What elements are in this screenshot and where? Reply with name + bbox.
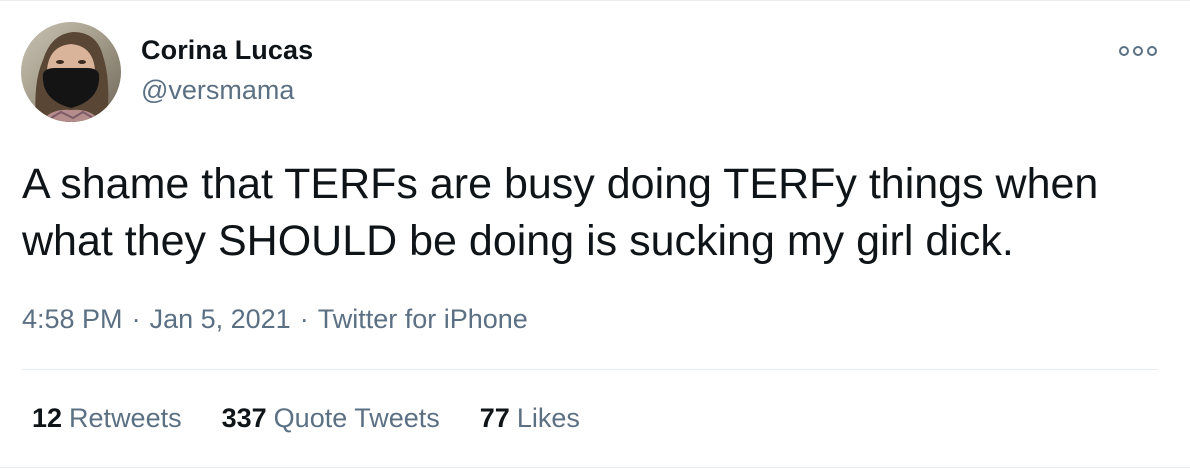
quote-tweets-count: 337	[221, 403, 267, 433]
tweet-metadata: 4:58 PM · Jan 5, 2021 · Twitter for iPhone	[22, 304, 528, 335]
likes-stat[interactable]: 77 Likes	[480, 403, 580, 434]
tweet-text-line: what they SHOULD be doing is sucking my …	[22, 217, 1014, 265]
tweet-text-line: A shame that TERFs are busy doing TERFy …	[22, 160, 1099, 208]
tweet-date[interactable]: Jan 5, 2021	[150, 304, 291, 334]
tweet-time[interactable]: 4:58 PM	[22, 304, 123, 334]
more-options-icon[interactable]	[1116, 39, 1160, 63]
tweet-stats: 12 Retweets 337 Quote Tweets 77 Likes	[32, 403, 620, 434]
quote-tweets-label: Quote Tweets	[273, 403, 440, 433]
retweets-count: 12	[32, 403, 63, 433]
retweets-stat[interactable]: 12 Retweets	[32, 403, 182, 434]
retweets-label: Retweets	[69, 403, 182, 433]
tweet-card: Corina Lucas @versmama A shame that TERF…	[0, 0, 1190, 468]
divider	[22, 369, 1158, 370]
author-handle[interactable]: @versmama	[141, 75, 294, 106]
likes-label: Likes	[516, 403, 580, 433]
separator: ·	[299, 304, 309, 334]
likes-count: 77	[479, 403, 510, 433]
avatar[interactable]	[21, 22, 121, 122]
tweet-text: A shame that TERFs are busy doing TERFy …	[22, 156, 1172, 270]
separator: ·	[131, 304, 141, 334]
quote-tweets-stat[interactable]: 337 Quote Tweets	[222, 403, 440, 434]
tweet-source[interactable]: Twitter for iPhone	[318, 304, 528, 334]
avatar-image	[21, 22, 121, 122]
author-name[interactable]: Corina Lucas	[141, 35, 313, 66]
